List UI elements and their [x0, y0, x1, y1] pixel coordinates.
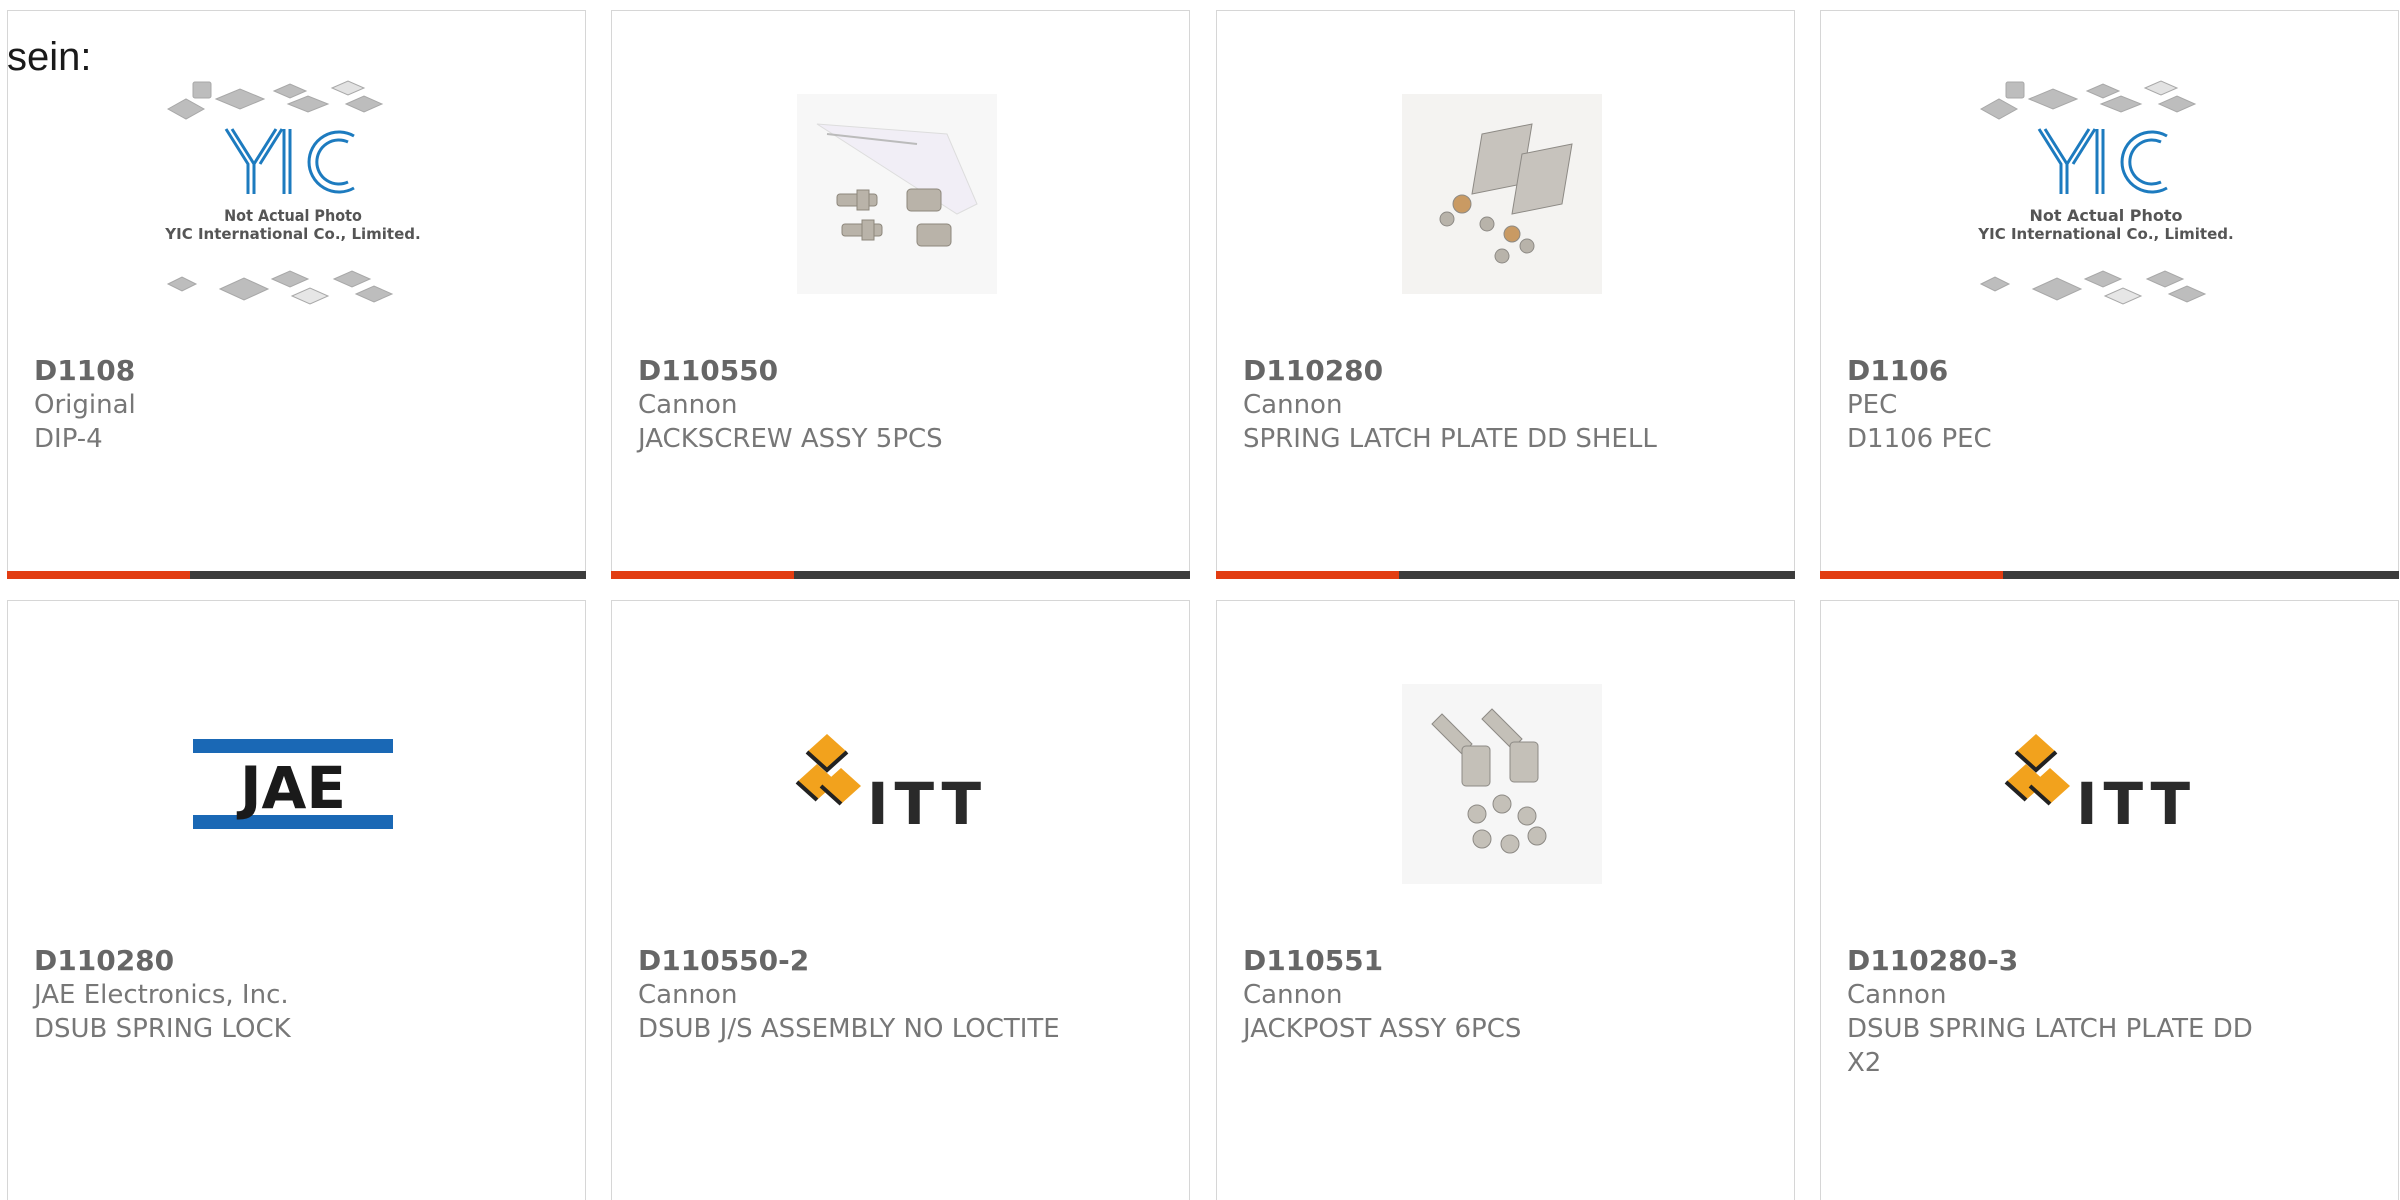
- yic-placeholder-image: Not Actual Photo YIC International Co., …: [164, 80, 421, 305]
- logo-text: ITT: [2076, 770, 2196, 838]
- accent-segment: [1820, 571, 2003, 579]
- product-image[interactable]: Not Actual Photo YIC International Co., …: [148, 79, 438, 309]
- description: JACKSCREW ASSY 5PCS: [638, 424, 943, 454]
- manufacturer: Cannon: [1243, 980, 1343, 1010]
- description: SPRING LATCH PLATE DD SHELL: [1243, 424, 1657, 454]
- card-accent-bar: [1820, 571, 2399, 579]
- product-card[interactable]: ITT D110550-2 Cannon DSUB J/S ASSEMBLY N…: [611, 600, 1190, 1200]
- part-number[interactable]: D110280: [1243, 354, 1774, 388]
- product-info: D1108 Original DIP-4: [34, 354, 565, 456]
- logo-text: JAE: [236, 754, 346, 822]
- product-info: D110550 Cannon JACKSCREW ASSY 5PCS: [638, 354, 1169, 456]
- product-info: D110551 Cannon JACKPOST ASSY 6PCS: [1243, 944, 1774, 1046]
- card-accent-bar: [611, 571, 1190, 579]
- photo-caption: YIC International Co., Limited.: [1977, 225, 2233, 243]
- section-heading: sein:: [7, 35, 92, 79]
- part-number[interactable]: D110550-2: [638, 944, 1169, 978]
- card-accent-bar: [7, 571, 586, 579]
- part-number[interactable]: D110550: [638, 354, 1169, 388]
- manufacturer: JAE Electronics, Inc.: [34, 980, 289, 1010]
- product-card[interactable]: Not Actual Photo YIC International Co., …: [7, 10, 586, 579]
- part-number[interactable]: D1108: [34, 354, 565, 388]
- product-image[interactable]: [752, 79, 1042, 309]
- product-card[interactable]: ITT D110280-3 Cannon DSUB SPRING LATCH P…: [1820, 600, 2399, 1200]
- itt-logo: ITT: [795, 734, 987, 838]
- yic-placeholder-image: Not Actual Photo YIC International Co., …: [1977, 80, 2234, 305]
- itt-logo: ITT: [2004, 734, 2196, 838]
- jackscrew-photo: [797, 94, 997, 294]
- description: D1106 PEC: [1847, 424, 1992, 454]
- accent-segment: [611, 571, 794, 579]
- product-card[interactable]: D110550 Cannon JACKSCREW ASSY 5PCS: [611, 10, 1190, 579]
- product-image[interactable]: ITT: [752, 669, 1042, 899]
- photo-caption: Not Actual Photo: [2029, 206, 2182, 225]
- manufacturer: PEC: [1847, 390, 1898, 420]
- accent-segment: [7, 571, 190, 579]
- jae-logo: JAE: [193, 739, 393, 829]
- manufacturer: Cannon: [1847, 980, 1947, 1010]
- part-number[interactable]: D1106: [1847, 354, 2378, 388]
- product-image[interactable]: Not Actual Photo YIC International Co., …: [1961, 79, 2251, 309]
- manufacturer: Cannon: [1243, 390, 1343, 420]
- description: JACKPOST ASSY 6PCS: [1243, 1014, 1522, 1044]
- description: DSUB SPRING LATCH PLATE DD X2: [1847, 1014, 2253, 1078]
- product-image[interactable]: [1357, 669, 1647, 899]
- manufacturer: Cannon: [638, 980, 738, 1010]
- part-number[interactable]: D110280: [34, 944, 565, 978]
- description: DIP-4: [34, 424, 103, 454]
- logo-text: ITT: [867, 770, 987, 838]
- product-image[interactable]: ITT: [1961, 669, 2251, 899]
- card-accent-bar: [1216, 571, 1795, 579]
- product-info: D110550-2 Cannon DSUB J/S ASSEMBLY NO LO…: [638, 944, 1169, 1046]
- manufacturer: Original: [34, 390, 136, 420]
- product-info: D110280 Cannon SPRING LATCH PLATE DD SHE…: [1243, 354, 1774, 456]
- product-info: D110280-3 Cannon DSUB SPRING LATCH PLATE…: [1847, 944, 2278, 1080]
- accent-segment: [1216, 571, 1399, 579]
- photo-caption: YIC International Co., Limited.: [164, 225, 420, 243]
- description: DSUB J/S ASSEMBLY NO LOCTITE: [638, 1014, 1060, 1044]
- jackpost-photo: [1402, 684, 1602, 884]
- product-card[interactable]: D110280 Cannon SPRING LATCH PLATE DD SHE…: [1216, 10, 1795, 579]
- product-card[interactable]: Not Actual Photo YIC International Co., …: [1820, 10, 2399, 579]
- part-number[interactable]: D110280-3: [1847, 944, 2278, 978]
- product-info: D1106 PEC D1106 PEC: [1847, 354, 2378, 456]
- latch-plate-photo: [1402, 94, 1602, 294]
- photo-caption: Not Actual Photo: [224, 206, 362, 225]
- description: DSUB SPRING LOCK: [34, 1014, 291, 1044]
- product-info: D110280 JAE Electronics, Inc. DSUB SPRIN…: [34, 944, 565, 1046]
- manufacturer: Cannon: [638, 390, 738, 420]
- product-image[interactable]: [1357, 79, 1647, 309]
- product-card[interactable]: JAE D110280 JAE Electronics, Inc. DSUB S…: [7, 600, 586, 1200]
- part-number[interactable]: D110551: [1243, 944, 1774, 978]
- product-image[interactable]: JAE: [148, 669, 438, 899]
- product-card[interactable]: D110551 Cannon JACKPOST ASSY 6PCS: [1216, 600, 1795, 1200]
